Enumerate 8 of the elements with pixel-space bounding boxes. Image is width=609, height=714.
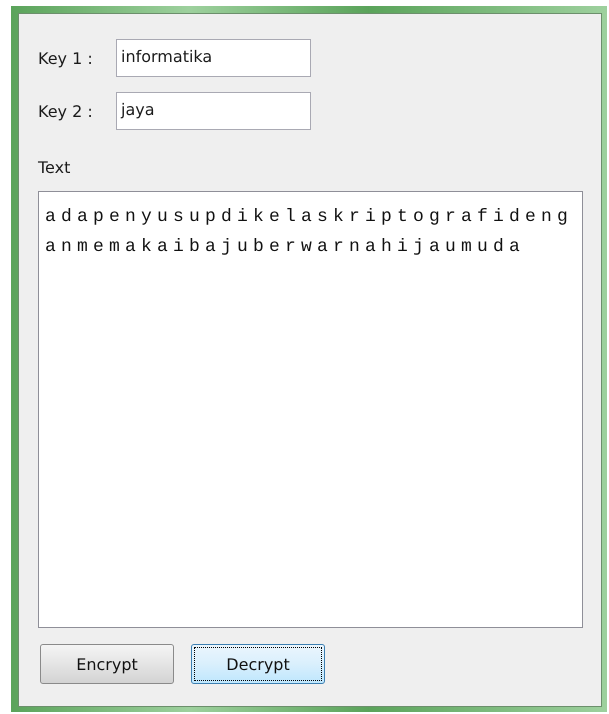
text-label: Text <box>38 158 70 177</box>
action-button[interactable]: Decrypt <box>191 644 325 684</box>
key-label: Key 2 : <box>38 102 94 120</box>
text-area-field[interactable]: adapenyusupdikelaskriptografidenganmemakaibajuberwarnahijaumuda <box>38 191 583 628</box>
key-label: Key 1 : <box>38 48 94 68</box>
action-button[interactable]: Encrypt <box>40 644 174 684</box>
key-input-field[interactable]: informatika <box>116 39 311 77</box>
key-input-field[interactable]: jaya <box>116 92 311 130</box>
